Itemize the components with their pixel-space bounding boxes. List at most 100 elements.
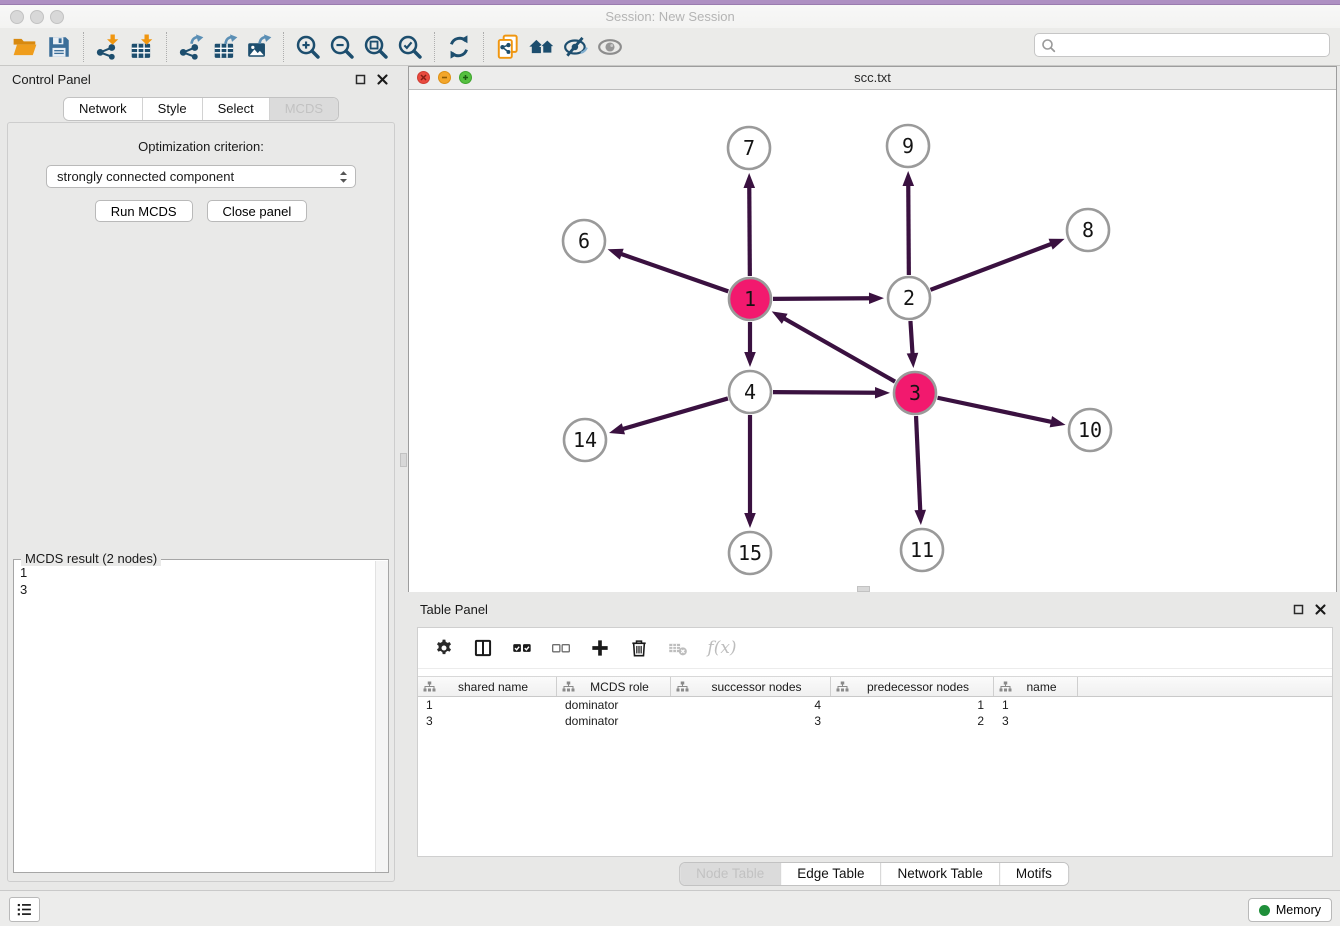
tab-style[interactable]: Style — [142, 98, 202, 120]
cell[interactable]: dominator — [557, 713, 671, 729]
column-header-MCDS-role[interactable]: MCDS role — [557, 677, 671, 696]
export-table-button[interactable] — [208, 31, 242, 63]
horizontal-splitter-handle[interactable] — [857, 586, 870, 592]
tab-select[interactable]: Select — [202, 98, 269, 120]
save-session-button[interactable] — [42, 31, 76, 63]
graph-node-1[interactable]: 1 — [729, 278, 771, 320]
control-panel-close-button[interactable] — [374, 71, 390, 87]
table-row-2[interactable]: 3dominator323 — [418, 713, 1332, 729]
graph-node-7[interactable]: 7 — [728, 127, 770, 169]
edge-2-3[interactable] — [910, 321, 912, 355]
edge-2-8[interactable] — [931, 243, 1053, 289]
toolbar-separator — [434, 32, 435, 62]
zoom-fit-icon — [363, 34, 389, 60]
cell[interactable]: 1 — [831, 697, 994, 713]
open-session-button[interactable] — [8, 31, 42, 63]
criterion-dropdown[interactable]: strongly connected component — [46, 165, 356, 188]
control-panel: Control Panel NetworkStyleSelectMCDS Opt… — [0, 66, 402, 890]
vertical-splitter-handle[interactable] — [400, 453, 407, 467]
graph-node-10[interactable]: 10 — [1069, 409, 1111, 451]
graph-node-9[interactable]: 9 — [887, 125, 929, 167]
cell[interactable]: 1 — [418, 697, 557, 713]
search-input[interactable] — [1056, 35, 1329, 55]
function-builder-button: f(x) — [705, 636, 739, 660]
edge-3-11[interactable] — [916, 416, 920, 512]
select-all-columns-button[interactable] — [510, 636, 534, 660]
graph-node-11[interactable]: 11 — [901, 529, 943, 571]
run-mcds-button[interactable]: Run MCDS — [95, 200, 193, 222]
column-header-label: successor nodes — [689, 680, 830, 694]
network-minimize-button[interactable] — [438, 71, 451, 84]
tab-network-table[interactable]: Network Table — [881, 863, 999, 885]
edge-3-10[interactable] — [938, 398, 1053, 422]
network-canvas[interactable]: 7 9 6 8 1 2 4 3 14 10 15 11 — [409, 90, 1336, 592]
edge-3-1[interactable] — [783, 318, 895, 382]
edge-1-7[interactable] — [749, 186, 750, 276]
zoom-in-button[interactable] — [291, 31, 325, 63]
column-header-successor-nodes[interactable]: successor nodes — [671, 677, 831, 696]
graph-node-8[interactable]: 8 — [1067, 209, 1109, 251]
table-row-1[interactable]: 1dominator411 — [418, 697, 1332, 713]
tab-network[interactable]: Network — [64, 98, 142, 120]
memory-button[interactable]: Memory — [1248, 898, 1332, 922]
column-header-predecessor-nodes[interactable]: predecessor nodes — [831, 677, 994, 696]
graph-node-4[interactable]: 4 — [729, 371, 771, 413]
graph-node-15[interactable]: 15 — [729, 532, 771, 574]
app-close-button[interactable] — [10, 10, 24, 24]
add-column-button[interactable] — [588, 636, 612, 660]
mcds-result-text[interactable]: 1 3 — [14, 561, 376, 872]
show-graphics-details-button[interactable] — [593, 31, 627, 63]
tab-node-table[interactable]: Node Table — [680, 863, 780, 885]
clone-network-button[interactable] — [491, 31, 525, 63]
export-network-button[interactable] — [174, 31, 208, 63]
delete-column-button[interactable] — [627, 636, 651, 660]
import-table-from-file-button[interactable] — [125, 31, 159, 63]
app-zoom-button[interactable] — [50, 10, 64, 24]
search-box[interactable] — [1034, 33, 1330, 57]
edge-4-14[interactable] — [621, 398, 727, 429]
graph-node-6[interactable]: 6 — [563, 220, 605, 262]
zoom-fit-button[interactable] — [359, 31, 393, 63]
network-close-button[interactable] — [417, 71, 430, 84]
task-history-button[interactable] — [9, 897, 40, 922]
close-panel-button[interactable]: Close panel — [207, 200, 308, 222]
import-network-from-file-button[interactable] — [91, 31, 125, 63]
graph-node-3[interactable]: 3 — [894, 372, 936, 414]
apply-layout-button[interactable] — [442, 31, 476, 63]
export-image-button[interactable] — [242, 31, 276, 63]
control-panel-float-button[interactable] — [352, 71, 368, 87]
column-header-name[interactable]: name — [994, 677, 1078, 696]
cell[interactable]: 1 — [994, 697, 1078, 713]
first-neighbors-button[interactable] — [525, 31, 559, 63]
unselect-all-columns-button[interactable] — [549, 636, 573, 660]
zoom-out-button[interactable] — [325, 31, 359, 63]
cell[interactable]: 4 — [671, 697, 831, 713]
tab-mcds[interactable]: MCDS — [269, 98, 338, 120]
node-label: 3 — [909, 381, 921, 405]
tab-motifs[interactable]: Motifs — [999, 863, 1068, 885]
column-view-button[interactable] — [471, 636, 495, 660]
network-window-titlebar[interactable]: scc.txt — [409, 67, 1336, 90]
app-minimize-button[interactable] — [30, 10, 44, 24]
zoom-selected-button[interactable] — [393, 31, 427, 63]
edge-1-6[interactable] — [620, 254, 728, 292]
tab-edge-table[interactable]: Edge Table — [780, 863, 880, 885]
cell[interactable]: 3 — [994, 713, 1078, 729]
graph-node-14[interactable]: 14 — [564, 419, 606, 461]
edge-1-2[interactable] — [773, 298, 871, 299]
table-settings-button[interactable] — [432, 636, 456, 660]
graph-node-2[interactable]: 2 — [888, 277, 930, 319]
cell[interactable]: dominator — [557, 697, 671, 713]
column-header-shared-name[interactable]: shared name — [418, 677, 557, 696]
hide-graphics-details-button[interactable] — [559, 31, 593, 63]
network-zoom-button[interactable] — [459, 71, 472, 84]
edge-2-9[interactable] — [908, 184, 909, 275]
table-panel-close-button[interactable] — [1312, 601, 1328, 617]
cell[interactable]: 3 — [418, 713, 557, 729]
import-table-icon — [129, 34, 155, 60]
cell[interactable]: 2 — [831, 713, 994, 729]
cell[interactable]: 3 — [671, 713, 831, 729]
edge-4-3[interactable] — [773, 392, 877, 393]
mcds-result-scrollbar[interactable] — [375, 561, 388, 872]
table-panel-float-button[interactable] — [1290, 601, 1306, 617]
